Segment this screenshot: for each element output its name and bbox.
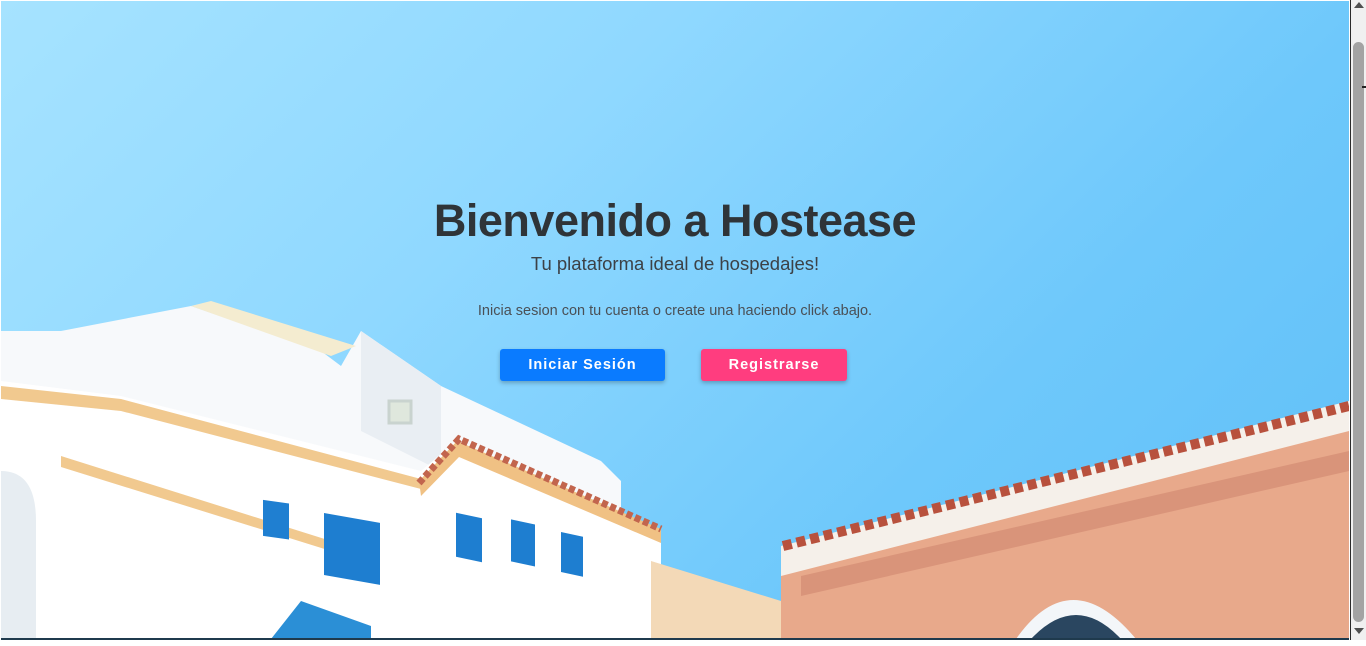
- vertical-scrollbar[interactable]: [1350, 0, 1366, 640]
- page-title: Bienvenido a Hostease: [433, 195, 917, 246]
- login-hint: Inicia sesion con tu cuenta o create una…: [477, 303, 873, 319]
- scroll-down-icon[interactable]: [1354, 628, 1364, 634]
- hero-section: Bienvenido a Hostease Tu plataforma idea…: [1, 1, 1349, 639]
- scroll-up-icon[interactable]: [1354, 2, 1364, 8]
- page-subtitle: Tu plataforma ideal de hospedajes!: [530, 253, 820, 274]
- hero-content: Bienvenido a Hostease Tu plataforma idea…: [1, 1, 1349, 639]
- register-button[interactable]: Registrarse: [701, 349, 847, 381]
- footer-divider: [1, 638, 1349, 640]
- window-edge-mark: [1362, 86, 1366, 88]
- browser-viewport: Bienvenido a Hostease Tu plataforma idea…: [0, 0, 1366, 646]
- scroll-thumb[interactable]: [1353, 42, 1364, 622]
- login-button[interactable]: Iniciar Sesión: [500, 349, 665, 381]
